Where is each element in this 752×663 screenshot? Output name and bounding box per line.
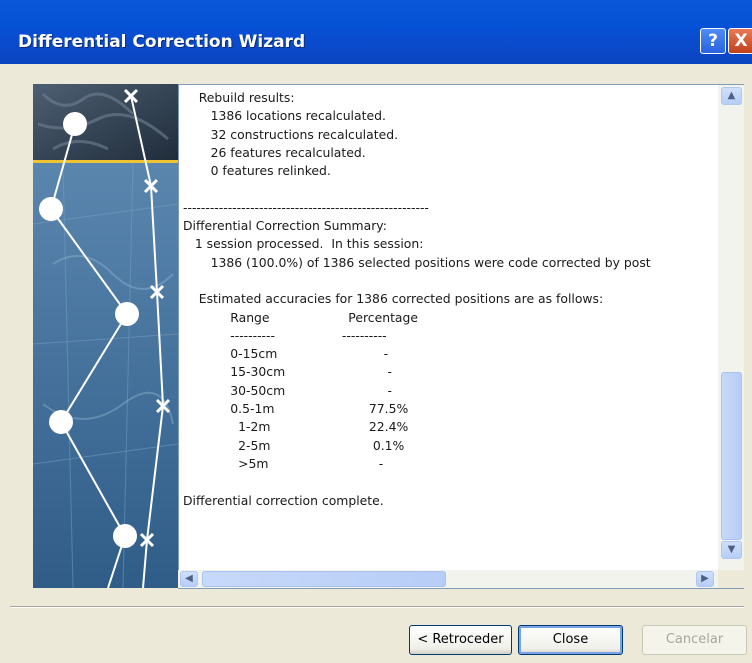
log-line: 1386 locations recalculated. [183,108,386,124]
window-title: Differential Correction Wizard [18,32,306,52]
button-separator [10,606,744,608]
back-button[interactable]: < Retroceder [409,625,512,655]
results-log[interactable]: Rebuild results: 1386 locations recalcul… [178,84,719,571]
horizontal-scroll-thumb[interactable] [202,571,446,587]
log-line: Estimated accuracies for 1386 corrected … [183,291,604,307]
scroll-down-button[interactable]: ▼ [721,541,742,559]
log-line: 2-5m 0.1% [183,437,405,453]
wizard-side-image [33,84,178,588]
log-line: 1 session processed. In this session: [183,236,424,252]
log-line: 32 constructions recalculated. [183,126,399,142]
help-button[interactable]: ? [700,28,726,54]
log-line: 1-2m 22.4% [183,419,409,435]
vertical-scrollbar[interactable]: ▲ ▼ [718,84,744,571]
scroll-right-button[interactable]: ▶ [696,571,714,587]
close-button[interactable]: Close [518,625,623,655]
vertical-scroll-thumb[interactable] [721,372,742,540]
log-line: Differential correction complete. [183,492,384,508]
scrollbar-corner [718,570,744,589]
log-line: Range Percentage [183,309,419,325]
title-bar: Differential Correction Wizard ? X [0,0,752,64]
results-log-text: Rebuild results: 1386 locations recalcul… [183,89,651,510]
log-line: 0.5-1m 77.5% [183,401,409,417]
log-line: >5m - [183,455,384,471]
scroll-left-button[interactable]: ◀ [180,571,198,587]
log-line: ---------- ---------- [183,327,387,343]
scroll-up-button[interactable]: ▲ [721,87,742,105]
log-line: ----------------------------------------… [183,199,429,215]
log-line: Differential Correction Summary: [183,218,387,234]
log-line: Rebuild results: [183,90,295,105]
log-line: 26 features recalculated. [183,144,366,160]
log-line: 15-30cm - [183,364,393,380]
log-line: 0-15cm - [183,346,389,362]
log-line: 0 features relinked. [183,163,331,179]
log-line: 1386 (100.0%) of 1386 selected positions… [183,254,651,270]
cancel-button[interactable]: Cancelar [642,625,747,655]
close-window-button[interactable]: X [728,28,752,54]
horizontal-scrollbar[interactable]: ◀ ▶ [178,570,718,589]
log-line: 30-50cm - [183,382,393,398]
